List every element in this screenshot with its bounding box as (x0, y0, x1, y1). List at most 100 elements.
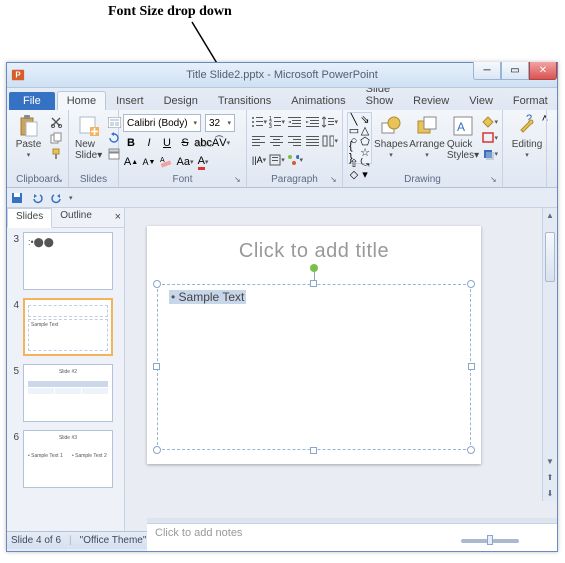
tab-outline[interactable]: Outline (52, 208, 100, 227)
decrease-indent-icon[interactable] (287, 114, 303, 130)
font-launcher[interactable]: ↘ (234, 175, 244, 185)
thumbnail-4[interactable]: 4Sample Text (9, 298, 122, 356)
grow-font-icon[interactable]: A▲ (123, 154, 139, 170)
shape-outline-icon[interactable]: ▾ (482, 131, 498, 145)
thumbnail-3[interactable]: 3:•⬤⬤ (9, 232, 122, 290)
tab-review[interactable]: Review (403, 91, 459, 110)
shape-effects-icon[interactable]: ▾ (482, 147, 498, 161)
arrange-button[interactable]: Arrange▾ (410, 112, 444, 161)
window-title: Title Slide2.pptx - Microsoft PowerPoint (186, 69, 378, 81)
resize-handle-n[interactable] (310, 280, 317, 287)
change-case-icon[interactable]: Aa▾ (177, 154, 193, 170)
font-name-combo[interactable]: Calibri (Body)▾ (123, 114, 201, 132)
vertical-scrollbar[interactable]: ▲ ▼ ⬆ ⬇ (542, 208, 557, 501)
clear-format-icon[interactable]: A (159, 154, 175, 170)
new-slide-button[interactable]: NewSlide▾ (73, 112, 104, 163)
strike-icon[interactable]: S (177, 135, 193, 151)
minimize-button[interactable]: ─ (473, 62, 501, 80)
smartart-icon[interactable]: ▾ (287, 152, 303, 168)
qat-customize-icon[interactable]: ▾ (69, 194, 73, 202)
scroll-up-icon[interactable]: ▲ (543, 208, 557, 223)
shapes-button[interactable]: Shapes▾ (374, 112, 408, 161)
paragraph-launcher[interactable]: ↘ (330, 175, 340, 185)
align-center-icon[interactable] (269, 133, 285, 149)
italic-icon[interactable]: I (141, 135, 157, 151)
ribbon: Paste▾ Clipboard ↘ NewSlide▾ (7, 110, 557, 188)
thumbnail-6[interactable]: 6Slide #3• Sample Text 1• Sample Text 2 (9, 430, 122, 488)
tab-animations[interactable]: Animations (281, 91, 355, 110)
close-panel-icon[interactable]: × (115, 211, 121, 223)
copy-icon[interactable] (48, 131, 64, 145)
tab-view[interactable]: View (459, 91, 503, 110)
tab-transitions[interactable]: Transitions (208, 91, 281, 110)
quick-styles-button[interactable]: AQuickStyles▾ (446, 112, 480, 163)
align-text-icon[interactable]: ▾ (269, 152, 285, 168)
shape-gallery[interactable]: ╲⇘▭△ ○⬠{ }☆ ⇧⤿◇▾ (347, 112, 372, 164)
titlebar: P Title Slide2.pptx - Microsoft PowerPoi… (7, 63, 557, 88)
resize-handle-s[interactable] (310, 447, 317, 454)
justify-icon[interactable] (304, 133, 320, 149)
status-theme: "Office Theme" (80, 535, 147, 546)
next-slide-icon[interactable]: ⬇ (543, 486, 557, 501)
tab-insert[interactable]: Insert (106, 91, 154, 110)
text-direction-icon[interactable]: ||A▾ (251, 152, 267, 168)
paste-button[interactable]: Paste▾ (11, 112, 46, 161)
file-tab[interactable]: File (9, 92, 55, 110)
tab-format[interactable]: Format (503, 91, 558, 110)
zoom-slider[interactable] (461, 539, 519, 543)
format-painter-icon[interactable] (48, 147, 64, 161)
editing-button[interactable]: Editing▾ (507, 112, 547, 161)
svg-text:3: 3 (269, 124, 272, 128)
annotation-label: Font Size drop down (108, 4, 232, 20)
slide-editor[interactable]: Click to add title Sample Text ▲ (125, 208, 557, 531)
font-color-icon[interactable]: A▾ (195, 154, 211, 170)
status-slide-number: Slide 4 of 6 (11, 535, 61, 546)
cut-icon[interactable] (48, 115, 64, 129)
bold-icon[interactable]: B (123, 135, 139, 151)
thumbnail-list[interactable]: 3:•⬤⬤ 4Sample Text 5Slide #2 6Slide #3• … (7, 228, 124, 531)
tab-slides-thumbnails[interactable]: Slides (7, 208, 52, 228)
thumbnail-5[interactable]: 5Slide #2 (9, 364, 122, 422)
undo-icon[interactable] (29, 191, 45, 205)
selected-sample-text[interactable]: Sample Text (169, 290, 246, 304)
resize-handle-nw[interactable] (153, 280, 161, 288)
svg-text:P: P (15, 71, 20, 80)
group-font: Calibri (Body)▾ 32▾ B I U S abc A͡V▾ A▲ … (119, 110, 247, 187)
resize-handle-sw[interactable] (153, 446, 161, 454)
align-right-icon[interactable] (287, 133, 303, 149)
group-drawing: ╲⇘▭△ ○⬠{ }☆ ⇧⤿◇▾ Shapes▾ Arrange▾ AQuick… (343, 110, 503, 187)
numbering-icon[interactable]: 123▾ (269, 114, 285, 130)
char-spacing-icon[interactable]: A͡V▾ (213, 135, 229, 151)
align-left-icon[interactable] (251, 133, 267, 149)
increase-indent-icon[interactable] (305, 114, 321, 130)
columns-icon[interactable]: ▾ (322, 133, 338, 149)
clipboard-launcher[interactable]: ↘ (56, 175, 66, 185)
maximize-button[interactable]: ▭ (501, 62, 529, 80)
prev-slide-icon[interactable]: ⬆ (543, 470, 557, 485)
tab-design[interactable]: Design (154, 91, 208, 110)
app-window: P Title Slide2.pptx - Microsoft PowerPoi… (6, 62, 558, 552)
resize-handle-se[interactable] (467, 446, 475, 454)
scroll-thumb[interactable] (545, 232, 555, 282)
ribbon-tabs: File Home Insert Design Transitions Anim… (7, 88, 557, 110)
svg-text:A: A (457, 120, 465, 134)
shape-fill-icon[interactable]: ▾ (482, 115, 498, 129)
resize-handle-ne[interactable] (467, 280, 475, 288)
close-button[interactable]: ✕ (529, 62, 557, 80)
rotate-handle[interactable] (310, 264, 318, 272)
tab-home[interactable]: Home (57, 91, 106, 110)
font-size-combo[interactable]: 32▾ (205, 114, 235, 132)
shadow-icon[interactable]: abc (195, 135, 211, 151)
drawing-launcher[interactable]: ↘ (490, 175, 500, 185)
underline-icon[interactable]: U (159, 135, 175, 151)
notes-pane[interactable]: Click to add notes (147, 523, 557, 551)
scroll-down-icon[interactable]: ▼ (543, 454, 557, 469)
slide-canvas[interactable]: Click to add title Sample Text (147, 226, 481, 464)
resize-handle-e[interactable] (468, 363, 475, 370)
bullets-icon[interactable]: ▾ (251, 114, 267, 130)
line-spacing-icon[interactable]: ▾ (322, 114, 338, 130)
save-icon[interactable] (9, 191, 25, 205)
shrink-font-icon[interactable]: A▼ (141, 154, 157, 170)
redo-icon[interactable] (49, 191, 65, 205)
resize-handle-w[interactable] (153, 363, 160, 370)
